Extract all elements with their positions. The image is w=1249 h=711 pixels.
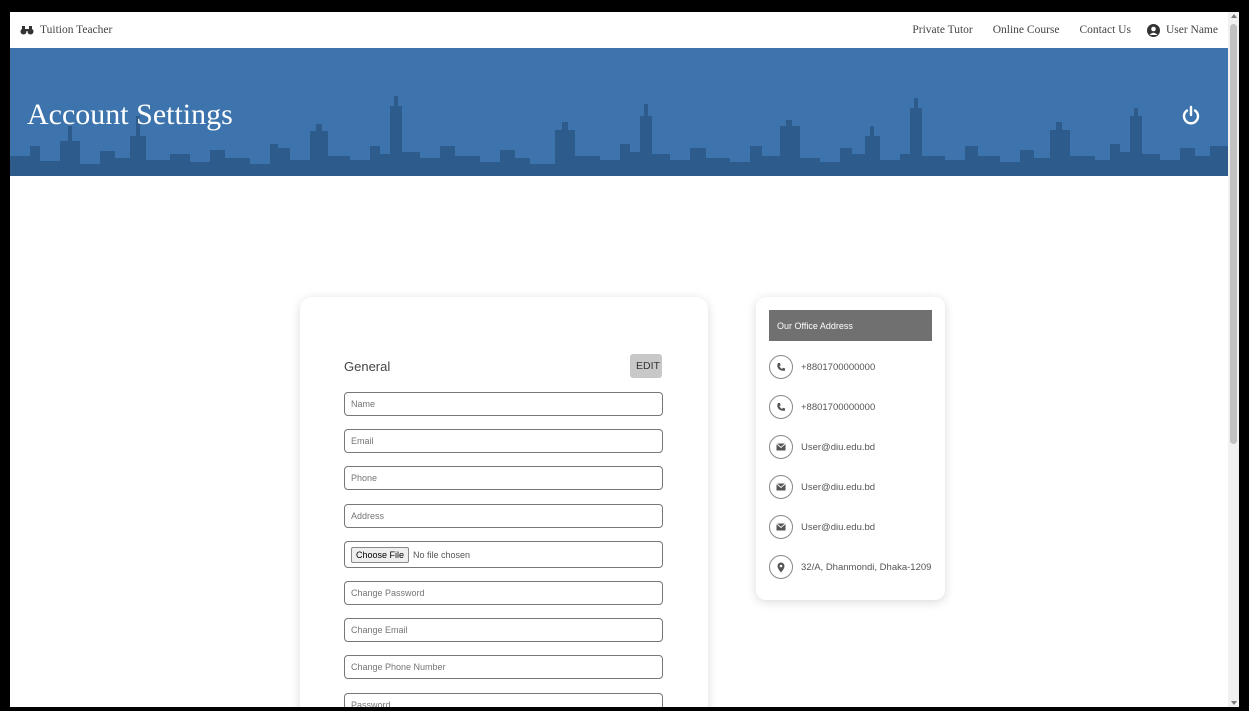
office-email-3: User@diu.edu.bd	[769, 515, 875, 539]
user-name: User Name	[1165, 24, 1218, 36]
name-field[interactable]	[344, 392, 663, 416]
brand-name: Tuition Teacher	[40, 24, 113, 36]
general-title: General	[344, 359, 391, 374]
office-phone-2: +8801700000000	[769, 395, 875, 419]
file-upload-field[interactable]: Choose File No file chosen	[344, 541, 663, 568]
office-address-title: Our Office Address	[769, 310, 932, 341]
choose-file-button[interactable]: Choose File	[351, 546, 410, 563]
page-scrollbar[interactable]	[1228, 12, 1239, 707]
office-email-2: User@diu.edu.bd	[769, 475, 875, 499]
change-email-input[interactable]	[351, 625, 662, 635]
change-password-input[interactable]	[351, 588, 662, 598]
office-email-1: User@diu.edu.bd	[769, 435, 875, 459]
edit-button[interactable]: EDIT	[630, 354, 662, 378]
general-settings-card: General EDIT Choose File No file chosen	[300, 297, 708, 707]
office-address-card: Our Office Address +8801700000000 +88017…	[756, 297, 945, 600]
scroll-down-arrow-icon[interactable]	[1231, 701, 1237, 705]
address-input[interactable]	[351, 511, 662, 521]
office-phone-1: +8801700000000	[769, 355, 875, 379]
user-menu[interactable]: User Name	[1146, 23, 1218, 37]
envelope-icon	[769, 475, 793, 499]
change-phone-field[interactable]	[344, 655, 663, 679]
scroll-thumb[interactable]	[1230, 24, 1237, 444]
email-input[interactable]	[351, 436, 662, 446]
binoculars-icon	[20, 26, 34, 35]
phone-input[interactable]	[351, 473, 662, 483]
location-pin-icon	[769, 555, 793, 579]
office-email-2-text: User@diu.edu.bd	[801, 481, 876, 493]
change-email-field[interactable]	[344, 618, 663, 642]
scroll-up-arrow-icon[interactable]	[1231, 14, 1237, 18]
change-phone-input[interactable]	[351, 662, 662, 672]
password-field[interactable]	[344, 693, 663, 707]
address-field[interactable]	[344, 504, 663, 528]
browser-viewport: Tuition Teacher Private Tutor Online Cou…	[10, 12, 1239, 707]
page-title: Account Settings	[27, 98, 233, 131]
brand[interactable]: Tuition Teacher	[20, 24, 112, 36]
page-banner: Account Settings	[10, 48, 1228, 176]
change-password-field[interactable]	[344, 581, 663, 605]
top-navbar: Tuition Teacher Private Tutor Online Cou…	[10, 12, 1228, 48]
office-email-3-text: User@diu.edu.bd	[801, 521, 876, 533]
phone-icon	[769, 355, 793, 379]
envelope-icon	[769, 515, 793, 539]
name-input[interactable]	[351, 399, 662, 409]
office-phone-2-text: +8801700000000	[801, 401, 876, 413]
nav-online-course[interactable]: Online Course	[993, 24, 1060, 36]
nav-private-tutor[interactable]: Private Tutor	[912, 24, 972, 36]
power-icon[interactable]	[1180, 104, 1202, 126]
office-phone-1-text: +8801700000000	[801, 361, 876, 373]
office-email-1-text: User@diu.edu.bd	[801, 441, 876, 453]
phone-field[interactable]	[344, 466, 663, 490]
office-address: 32/A, Dhanmondi, Dhaka-1209	[769, 555, 931, 579]
nav-links: Private Tutor Online Course Contact Us U…	[892, 23, 1218, 37]
phone-icon	[769, 395, 793, 419]
nav-contact-us[interactable]: Contact Us	[1080, 24, 1131, 36]
file-status: No file chosen	[413, 549, 471, 560]
office-address-text: 32/A, Dhanmondi, Dhaka-1209	[801, 561, 932, 573]
password-input[interactable]	[351, 700, 662, 707]
envelope-icon	[769, 435, 793, 459]
email-field[interactable]	[344, 429, 663, 453]
user-avatar-icon	[1146, 23, 1160, 37]
